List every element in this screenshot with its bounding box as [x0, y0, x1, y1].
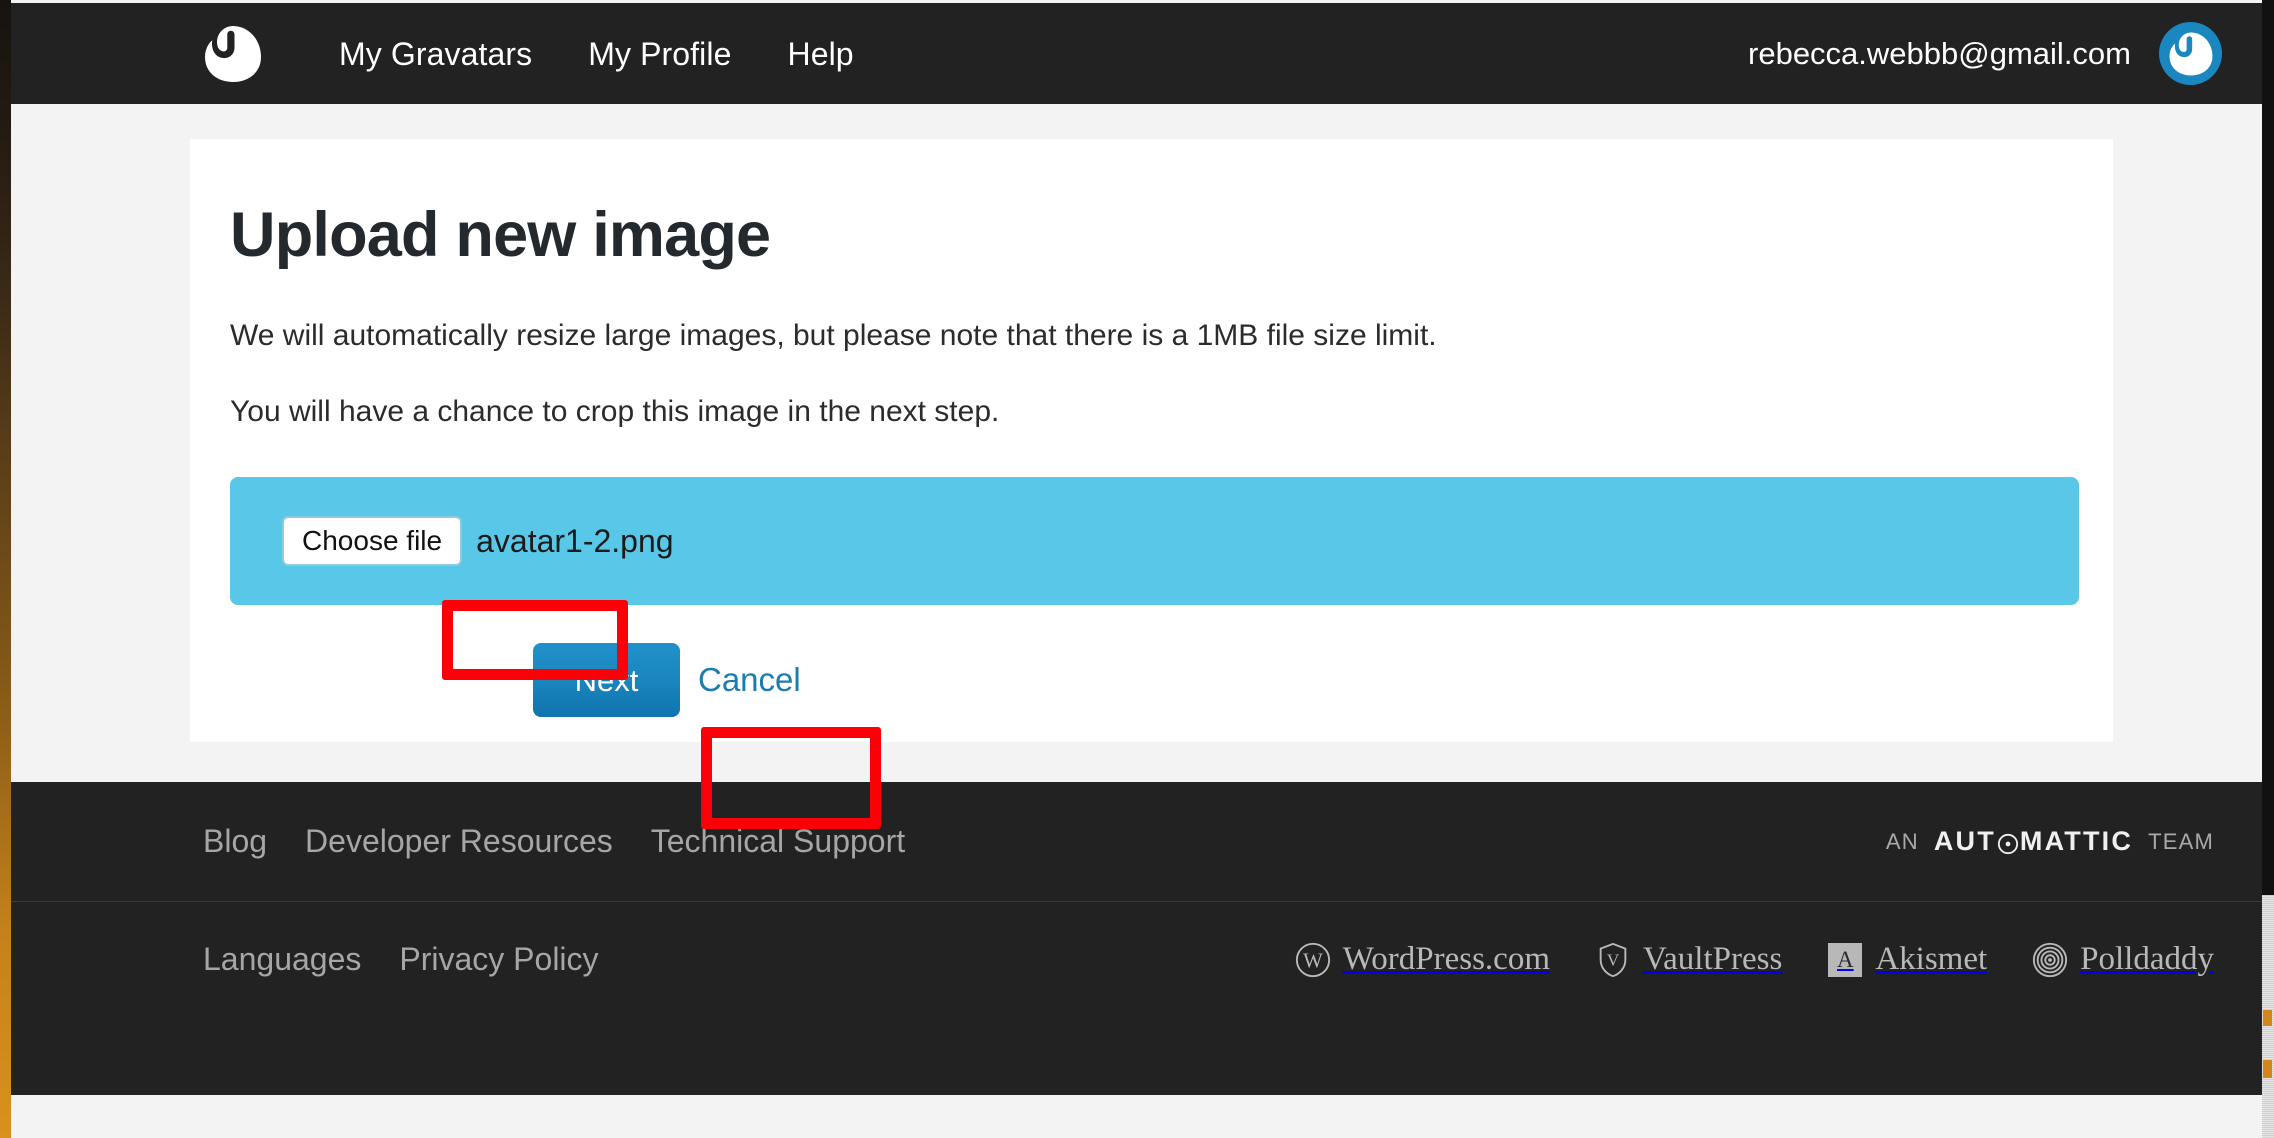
footer-link-blog[interactable]: Blog: [203, 823, 267, 860]
footer-links-primary: Blog Developer Resources Technical Suppo…: [203, 823, 905, 860]
site-footer: Blog Developer Resources Technical Suppo…: [11, 782, 2262, 1095]
content-area: Upload new image We will automatically r…: [11, 104, 2262, 829]
right-edge-marker-1: [2263, 1010, 2272, 1026]
footer-links-secondary: Languages Privacy Policy: [203, 941, 599, 978]
svg-text:V: V: [1607, 950, 1620, 969]
gravatar-logo-icon[interactable]: [203, 24, 263, 84]
product-link-akismet[interactable]: A Akismet: [1826, 941, 1987, 979]
right-edge-dark-strip: [2262, 0, 2274, 895]
footer-link-technical-support[interactable]: Technical Support: [651, 823, 905, 860]
automattic-suffix: TEAM: [2148, 828, 2214, 854]
product-name-wordpress: WordPress.com: [1342, 941, 1550, 977]
choose-file-button[interactable]: Choose file: [282, 516, 463, 567]
upload-card: Upload new image We will automatically r…: [190, 139, 2113, 829]
crop-notice-text: You will have a chance to crop this imag…: [230, 394, 1000, 428]
background-window-left-edge: [0, 0, 11, 1138]
page-bottom-gutter: [11, 1095, 2262, 1138]
selected-file-name: avatar1-2.png: [476, 522, 674, 559]
product-name-vaultpress: VaultPress: [1642, 941, 1783, 977]
form-actions: Next Cancel: [230, 643, 2113, 718]
product-link-vaultpress[interactable]: V VaultPress: [1594, 941, 1782, 979]
nav-link-help[interactable]: Help: [759, 38, 881, 70]
product-link-wordpress[interactable]: W WordPress.com: [1294, 941, 1550, 979]
primary-nav: My Gravatars My Profile Help: [311, 38, 882, 70]
cancel-link[interactable]: Cancel: [698, 661, 801, 699]
automattic-wordmark: AUT MATTIC: [1934, 826, 2133, 857]
footer-row-primary: Blog Developer Resources Technical Suppo…: [11, 782, 2262, 902]
automattic-o-glyph-icon: [1997, 831, 2019, 854]
resize-notice-text: We will automatically resize large image…: [230, 319, 1437, 353]
top-navigation-bar: My Gravatars My Profile Help rebecca.web…: [11, 3, 2262, 104]
product-name-polldaddy: Polldaddy: [2080, 941, 2214, 977]
account-email: rebecca.webbb@gmail.com: [1748, 35, 2131, 71]
nav-link-my-gravatars[interactable]: My Gravatars: [311, 38, 560, 70]
account-area: rebecca.webbb@gmail.com: [1748, 22, 2246, 85]
screenshot-root: My Gravatars My Profile Help rebecca.web…: [0, 0, 2274, 1138]
footer-row-secondary: Languages Privacy Policy W WordPress.com: [11, 902, 2262, 1017]
product-link-polldaddy[interactable]: Polldaddy: [2031, 941, 2214, 979]
gravatar-avatar-icon[interactable]: [2159, 22, 2222, 85]
nav-link-my-profile[interactable]: My Profile: [560, 38, 759, 70]
wordpress-icon: W: [1294, 941, 1332, 979]
product-name-akismet: Akismet: [1875, 941, 1988, 977]
polldaddy-spiral-icon: [2031, 941, 2069, 979]
automattic-product-links: W WordPress.com V VaultPress A Akismet P…: [1294, 941, 2214, 979]
background-window-right-edge: [2262, 0, 2274, 1138]
footer-link-privacy-policy[interactable]: Privacy Policy: [399, 941, 598, 978]
vaultpress-shield-icon: V: [1594, 941, 1632, 979]
next-button[interactable]: Next: [533, 643, 680, 718]
automattic-wordmark-after: MATTIC: [2019, 826, 2134, 856]
akismet-letter: A: [1828, 942, 1863, 977]
automattic-wordmark-before: AUT: [1933, 826, 1996, 856]
automattic-credit: AN AUT MATTIC TEAM: [1886, 826, 2214, 857]
file-upload-dropzone[interactable]: Choose file avatar1-2.png: [230, 477, 2079, 606]
footer-link-languages[interactable]: Languages: [203, 941, 361, 978]
page-title: Upload new image: [230, 200, 771, 270]
footer-link-developer-resources[interactable]: Developer Resources: [305, 823, 613, 860]
right-edge-marker-2: [2263, 1060, 2272, 1078]
automattic-prefix: AN: [1885, 828, 1919, 854]
browser-page: My Gravatars My Profile Help rebecca.web…: [11, 0, 2262, 1138]
akismet-icon: A: [1826, 941, 1864, 979]
svg-text:W: W: [1303, 948, 1323, 972]
